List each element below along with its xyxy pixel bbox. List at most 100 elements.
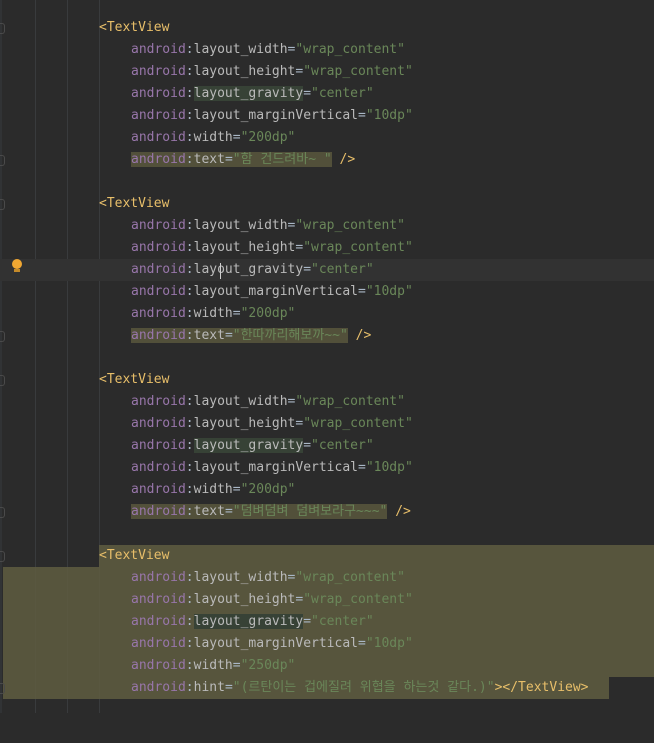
colon: : — [185, 614, 194, 629]
attr-value: "한따까리해보까~~" — [232, 328, 348, 343]
attr-value: "wrap_content" — [295, 394, 405, 409]
code-line[interactable]: android:layout_marginVertical="10dp" — [0, 457, 654, 479]
code-line[interactable]: android:layout_height="wrap_content" — [0, 589, 654, 611]
attr-value: "10dp" — [365, 460, 413, 475]
code-line[interactable]: android:layout_gravity="center" — [0, 83, 654, 105]
code-line[interactable]: android:text="덤벼덤벼 덤벼보라구~~~" /> — [0, 501, 654, 523]
colon: : — [185, 262, 194, 277]
equals: = — [303, 86, 312, 101]
attribute: android:layout_gravity="center" — [131, 259, 374, 281]
code-line[interactable]: android:layout_width="wrap_content" — [0, 39, 654, 61]
colon: : — [185, 64, 194, 79]
code-line[interactable]: <TextView — [0, 545, 654, 567]
code-line[interactable]: android:layout_marginVertical="10dp" — [0, 105, 654, 127]
namespace: android — [131, 614, 186, 629]
colon: : — [185, 42, 194, 57]
code-line[interactable]: android:layout_marginVertical="10dp" — [0, 633, 654, 655]
tag-closer: /> — [347, 328, 372, 343]
colon: : — [185, 130, 194, 145]
attr-name: layout_height — [193, 64, 296, 79]
attr-name: layout_width — [193, 394, 288, 409]
colon: : — [185, 570, 194, 585]
code-line[interactable]: android:layout_width="wrap_content" — [0, 567, 654, 589]
attr-name: text — [193, 504, 225, 519]
code-line[interactable]: android:width="200dp" — [0, 127, 654, 149]
attr-value: "200dp" — [240, 482, 296, 497]
attribute: android:layout_height="wrap_content" — [131, 589, 413, 611]
equals: = — [303, 262, 312, 277]
equals: = — [224, 328, 233, 343]
colon: : — [185, 218, 194, 233]
attr-value: "wrap_content" — [295, 570, 405, 585]
attr-value: "10dp" — [365, 108, 413, 123]
attribute: android:layout_gravity="center" — [131, 435, 374, 457]
attr-name: layout_marginVertical — [193, 636, 358, 651]
attr-name: layout_width — [193, 218, 288, 233]
attr-name: layout_marginVertical — [193, 108, 358, 123]
colon: : — [185, 680, 194, 695]
namespace: android — [131, 42, 186, 57]
code-line[interactable]: <TextView — [0, 369, 654, 391]
code-line[interactable]: android:hint="(르탄이는 겁에질려 위협을 하는것 같다.)"><… — [0, 677, 654, 699]
code-line[interactable]: android:text="함 건드려바~ " /> — [0, 149, 654, 171]
open-tag: <TextView — [99, 372, 170, 387]
code-line[interactable]: android:layout_height="wrap_content" — [0, 413, 654, 435]
code-line[interactable]: android:width="200dp" — [0, 303, 654, 325]
equals: = — [358, 636, 366, 651]
colon: : — [185, 460, 194, 475]
attribute: android:layout_marginVertical="10dp" — [131, 457, 413, 479]
code-line[interactable]: <TextView — [0, 193, 654, 215]
attr-name: text — [193, 328, 225, 343]
attribute: android:layout_width="wrap_content" — [131, 215, 405, 237]
code-line[interactable]: android:layout_width="wrap_content" — [0, 215, 654, 237]
attr-value: "center" — [311, 438, 374, 453]
equals: = — [224, 504, 233, 519]
equals: = — [303, 614, 312, 629]
attribute: android:width="250dp" — [131, 655, 295, 677]
namespace: android — [131, 130, 186, 145]
attr-name-part: lay — [193, 262, 218, 277]
attribute: android:text="덤벼덤벼 덤벼보라구~~~" /> — [131, 501, 411, 523]
code-line[interactable]: android:text="한따까리해보까~~" /> — [0, 325, 654, 347]
namespace: android — [131, 218, 186, 233]
tag-closer: ></TextView> — [494, 680, 589, 695]
namespace: android — [131, 416, 186, 431]
namespace: android — [131, 64, 186, 79]
code-line[interactable]: android:layout_gravity="center" — [0, 435, 654, 457]
code-line[interactable]: android:layout_gravity="center" — [0, 611, 654, 633]
attr-name: width — [193, 658, 233, 673]
colon: : — [185, 658, 194, 673]
code-line[interactable]: android:width="200dp" — [0, 479, 654, 501]
attr-name: layout_gravity — [193, 86, 304, 101]
attr-value: "wrap_content" — [303, 592, 413, 607]
code-line[interactable]: android:layout_height="wrap_content" — [0, 237, 654, 259]
colon: : — [185, 306, 194, 321]
current-code-line[interactable]: android:layout_gravity="center" — [0, 259, 654, 281]
attribute: android:width="200dp" — [131, 127, 295, 149]
attr-name: text — [193, 152, 225, 167]
namespace: android — [131, 284, 186, 299]
colon: : — [185, 482, 194, 497]
attribute: android:layout_height="wrap_content" — [131, 61, 413, 83]
namespace: android — [131, 306, 186, 321]
attr-value: "wrap_content" — [303, 64, 413, 79]
code-line[interactable]: android:width="250dp" — [0, 655, 654, 677]
namespace: android — [131, 460, 186, 475]
colon: : — [185, 394, 194, 409]
namespace: android — [131, 240, 186, 255]
attr-name: width — [193, 130, 233, 145]
code-line[interactable]: android:layout_width="wrap_content" — [0, 391, 654, 413]
code-editor[interactable]: <TextView android:layout_width="wrap_con… — [0, 0, 654, 713]
attribute: android:text="한따까리해보까~~" /> — [131, 325, 371, 347]
namespace: android — [131, 680, 186, 695]
namespace: android — [131, 658, 186, 673]
code-line[interactable]: <TextView — [0, 17, 654, 39]
attr-name: layout_height — [193, 592, 296, 607]
attr-name: layout_height — [193, 416, 296, 431]
colon: : — [185, 636, 194, 651]
lightbulb-glass — [12, 259, 22, 269]
code-line[interactable]: android:layout_height="wrap_content" — [0, 61, 654, 83]
attr-name: layout_marginVertical — [193, 284, 358, 299]
code-line[interactable]: android:layout_marginVertical="10dp" — [0, 281, 654, 303]
attr-value: "wrap_content" — [303, 416, 413, 431]
